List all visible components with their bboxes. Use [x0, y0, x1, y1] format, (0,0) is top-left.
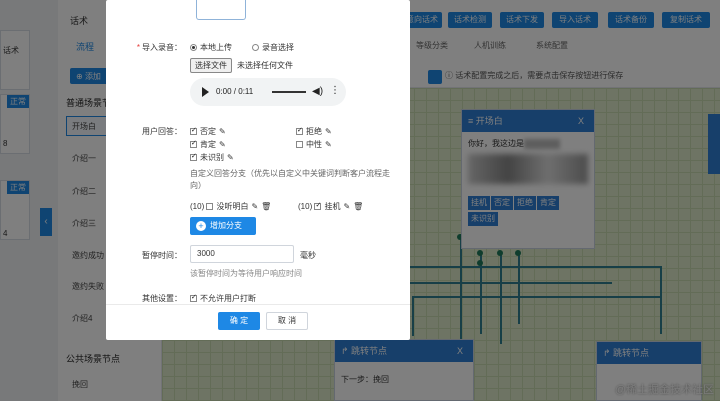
checkbox[interactable]	[314, 201, 322, 210]
top-input-field[interactable]	[196, 0, 246, 20]
answer-option[interactable]: 拒绝✎	[296, 126, 332, 137]
record-radio[interactable]: 录音选择	[252, 42, 294, 53]
answer-option[interactable]: 肯定✎	[190, 139, 226, 150]
trash-icon[interactable]: 🗑	[261, 202, 271, 211]
more-options-icon[interactable]: ⋮	[330, 85, 340, 96]
footer-divider	[106, 304, 410, 305]
custom-branch[interactable]: (10) 没听明白 ✎ 🗑	[190, 201, 271, 212]
pause-time-input[interactable]: 3000	[190, 245, 294, 263]
edit-icon[interactable]: ✎	[325, 140, 332, 149]
edit-icon[interactable]: ✎	[227, 153, 234, 162]
edit-icon[interactable]: ✎	[219, 127, 226, 136]
cancel-button[interactable]: 取 消	[266, 312, 308, 330]
custom-branch[interactable]: (10) 挂机✎🗑	[298, 201, 363, 212]
checkbox[interactable]	[190, 126, 197, 135]
answer-label: 用户回答：	[142, 127, 182, 136]
choose-file-button[interactable]: 选择文件	[190, 58, 232, 73]
pause-label: 暂停时间：	[142, 251, 182, 260]
edit-icon[interactable]: ✎	[343, 202, 350, 211]
pause-unit: 毫秒	[300, 251, 316, 260]
radio-icon	[252, 44, 259, 51]
answer-option[interactable]: 否定✎	[190, 126, 226, 137]
confirm-button[interactable]: 确 定	[218, 312, 260, 330]
volume-icon[interactable]: ◀)	[312, 86, 323, 97]
answer-option[interactable]: 中性 ✎	[296, 139, 332, 150]
edit-icon[interactable]: ✎	[251, 202, 258, 211]
edit-icon[interactable]: ✎	[325, 127, 332, 136]
checkbox[interactable]	[190, 139, 197, 148]
answer-option[interactable]: 未识别✎	[190, 152, 234, 163]
plus-icon: +	[196, 221, 206, 231]
radio-icon	[190, 44, 197, 51]
checkbox[interactable]	[190, 152, 197, 161]
audio-progress[interactable]	[272, 91, 306, 93]
no-interrupt-option[interactable]: 不允许用户打断	[190, 293, 256, 304]
edit-icon[interactable]: ✎	[219, 140, 226, 149]
other-settings-label: 其他设置：	[142, 294, 182, 303]
audio-player: 0:00 / 0:11 ◀) ⋮	[190, 78, 346, 106]
pause-hint: 该暂停时间为等待用户响应时间	[190, 269, 302, 278]
play-icon[interactable]	[202, 87, 209, 97]
checkbox[interactable]	[190, 293, 197, 302]
file-status: 未选择任何文件	[237, 61, 293, 70]
add-branch-button[interactable]: + 增加分支	[190, 217, 256, 235]
checkbox[interactable]	[296, 141, 303, 148]
upload-radio[interactable]: 本地上传	[190, 42, 232, 53]
audio-time: 0:00 / 0:11	[216, 87, 254, 96]
node-edit-dialog: * 导入录音： 本地上传 录音选择 选择文件 未选择任何文件 0:00 / 0:1…	[106, 0, 410, 340]
import-label: * 导入录音：	[136, 43, 182, 52]
custom-branch-hint: 自定义回答分支（优先以自定义中关键词判断客户流程走向）	[190, 169, 390, 190]
checkbox[interactable]	[206, 203, 214, 210]
checkbox[interactable]	[296, 126, 303, 135]
trash-icon[interactable]: 🗑	[353, 202, 363, 211]
